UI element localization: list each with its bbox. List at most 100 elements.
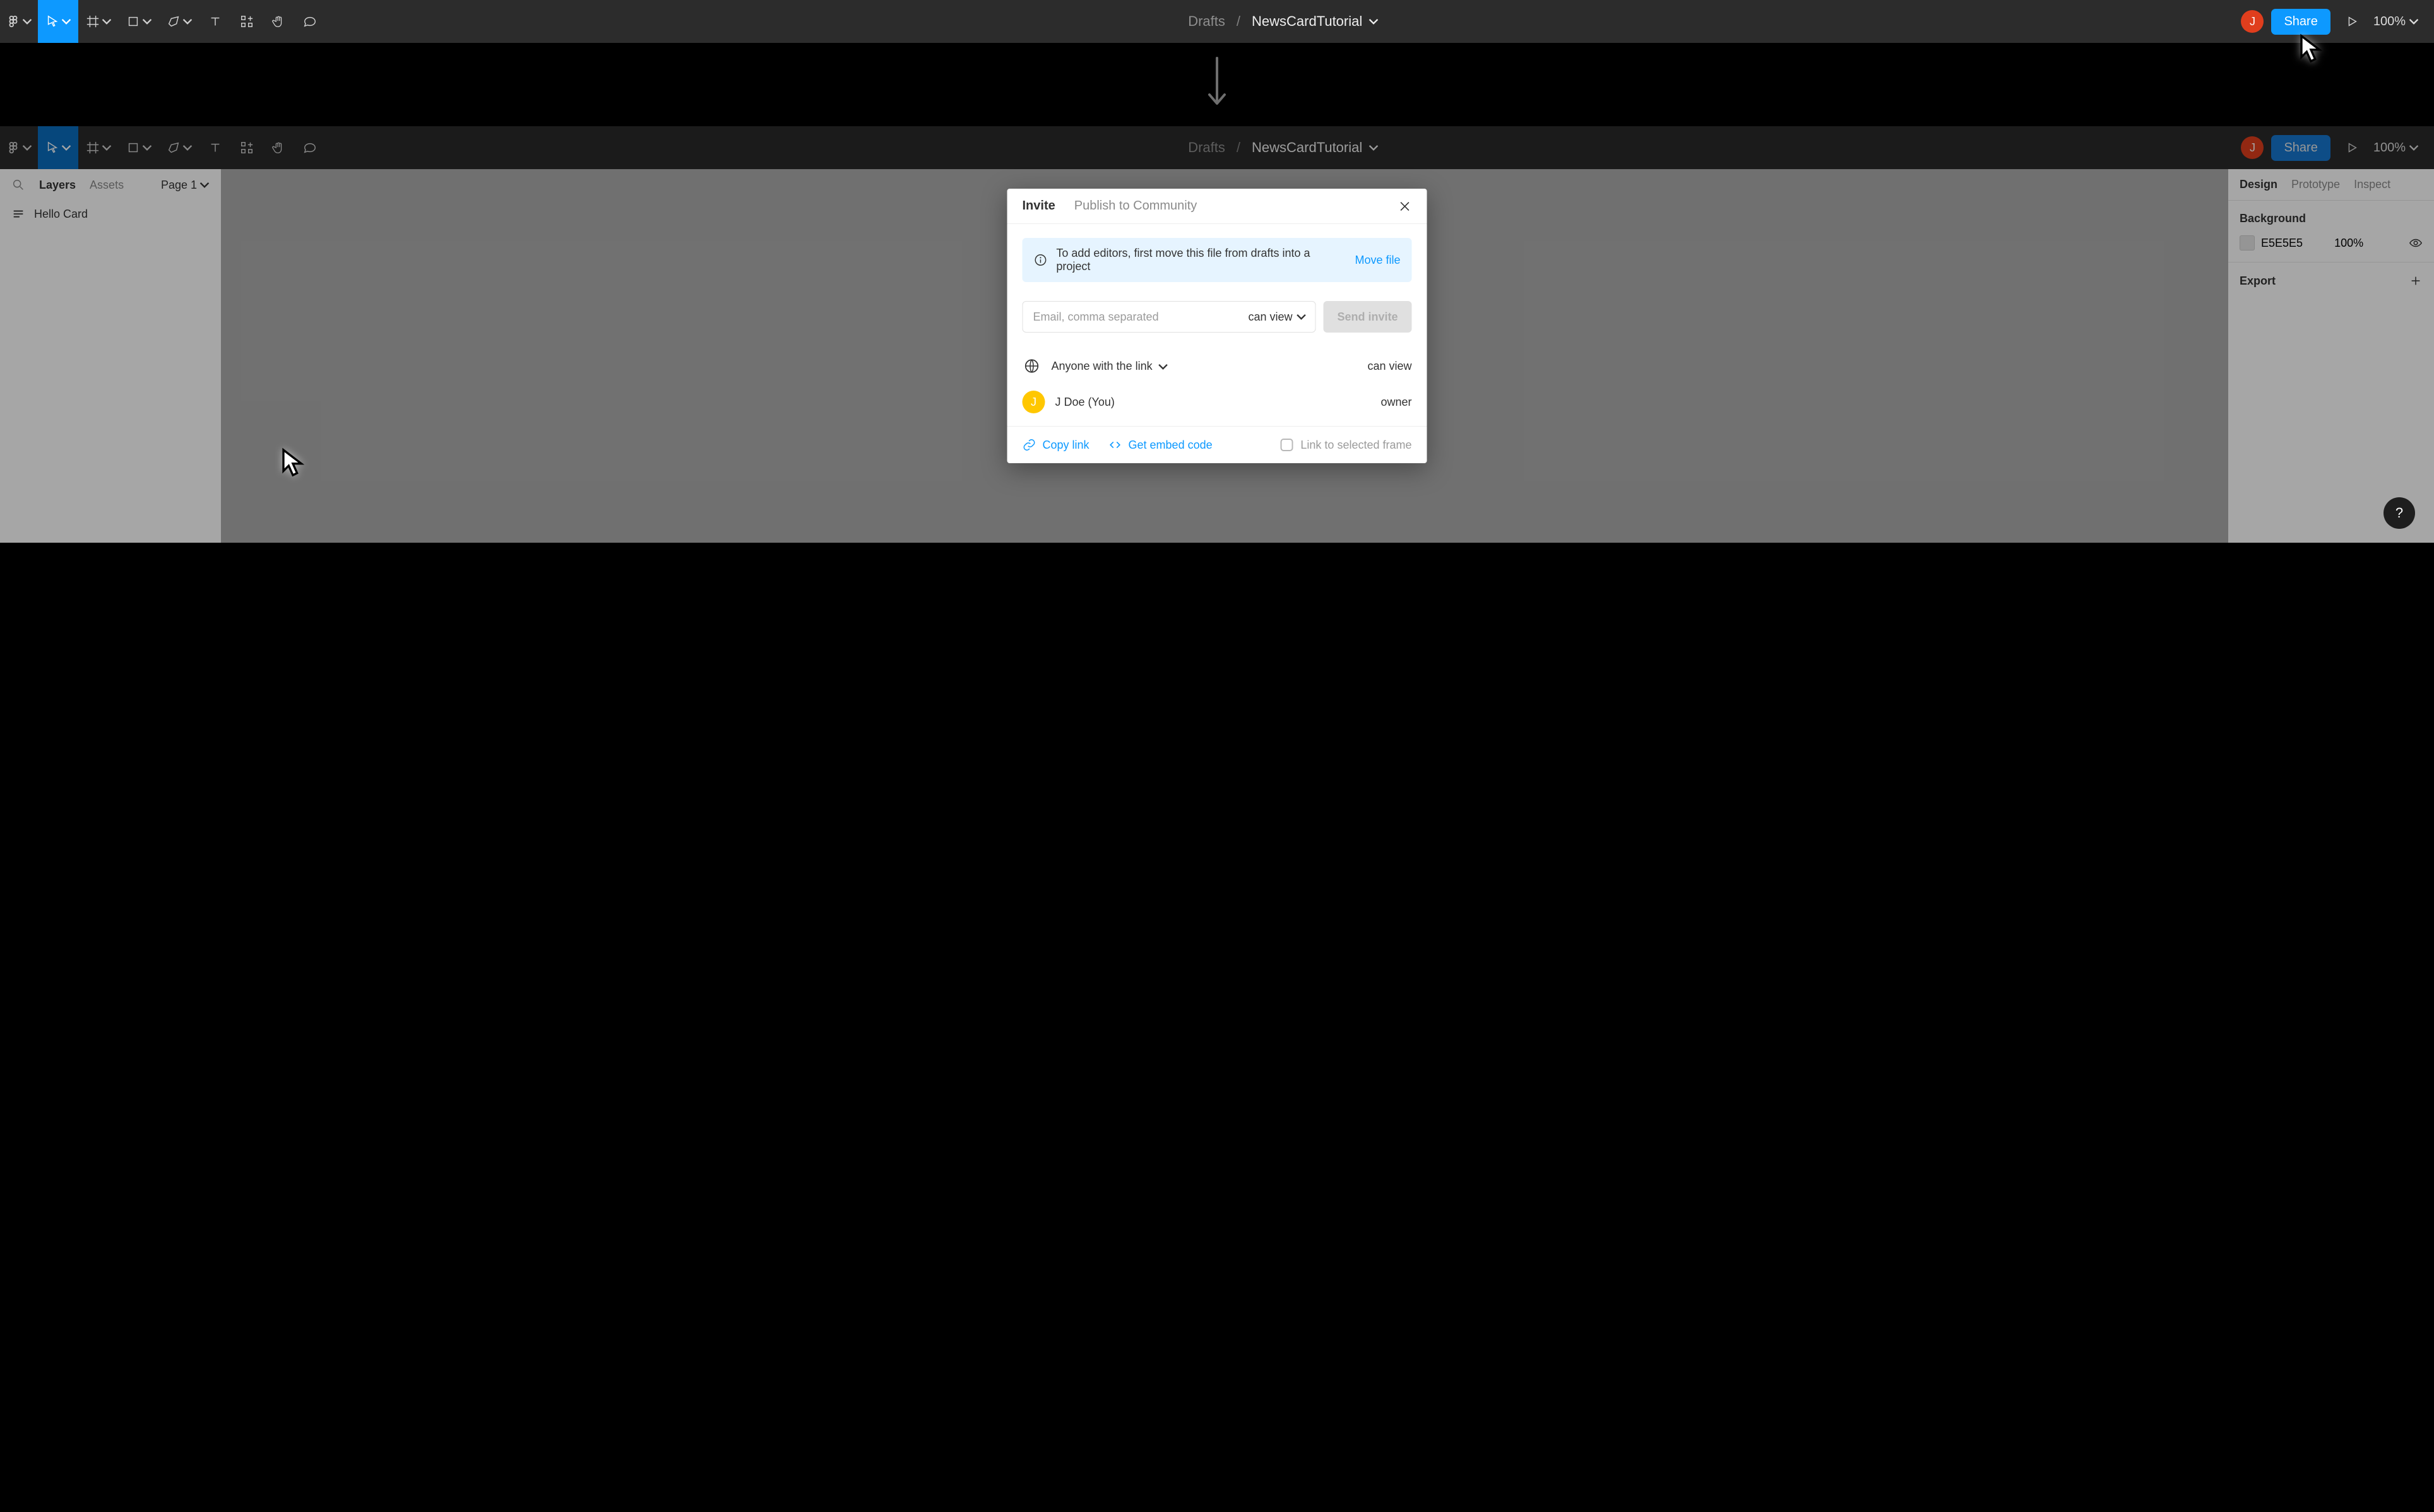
chevron-down-icon (1296, 312, 1306, 322)
plus-grid-icon (240, 15, 254, 28)
dialog-tab-publish[interactable]: Publish to Community (1074, 199, 1197, 213)
figma-menu-button[interactable] (0, 126, 38, 169)
chevron-down-icon (142, 143, 152, 153)
chevron-down-icon (61, 16, 71, 27)
text-icon (208, 15, 222, 28)
breadcrumb-drafts[interactable]: Drafts (1188, 13, 1225, 30)
invite-permission-selector[interactable]: can view (1248, 310, 1306, 324)
info-text: To add editors, first move this file fro… (1056, 247, 1346, 273)
chevron-down-icon (142, 16, 152, 27)
comment-tool-button[interactable] (294, 126, 326, 169)
frame-tool-button[interactable] (78, 0, 119, 43)
background-hex[interactable]: E5E5E5 (2261, 237, 2303, 250)
link-icon (1023, 438, 1036, 452)
share-button[interactable]: Share (2271, 135, 2330, 161)
chevron-down-icon (102, 143, 112, 153)
arrow-down-icon (1204, 53, 1230, 116)
visibility-toggle[interactable] (2409, 236, 2423, 250)
chevron-down-icon (2409, 143, 2419, 153)
avatar[interactable]: J (2241, 10, 2264, 33)
resources-tool-button[interactable] (231, 126, 263, 169)
send-invite-button: Send invite (1323, 301, 1411, 333)
layer-row[interactable]: Hello Card (0, 201, 221, 227)
hand-tool-button[interactable] (263, 0, 294, 43)
chevron-down-icon (1158, 362, 1168, 372)
tab-layers[interactable]: Layers (39, 179, 76, 192)
checkbox-icon (1280, 439, 1293, 451)
left-panel: Layers Assets Page 1 Hello Card (0, 169, 221, 543)
shape-tool-button[interactable] (119, 0, 159, 43)
figma-logo-icon (6, 15, 20, 28)
pointer-icon (45, 15, 59, 28)
figma-logo-icon (6, 141, 20, 155)
search-icon[interactable] (11, 178, 25, 192)
text-tool-button[interactable] (199, 126, 231, 169)
chevron-down-icon (1368, 143, 1379, 153)
figma-menu-button[interactable] (0, 0, 38, 43)
play-icon (2345, 141, 2359, 155)
code-icon (1108, 438, 1122, 452)
pointer-icon (45, 141, 59, 155)
export-add[interactable] (2409, 274, 2423, 288)
embed-code-button[interactable]: Get embed code (1108, 438, 1213, 452)
plus-grid-icon (240, 141, 254, 155)
comment-icon (303, 141, 317, 155)
background-opacity[interactable]: 100% (2334, 237, 2363, 250)
close-button[interactable] (1398, 199, 1412, 213)
globe-icon (1023, 357, 1042, 375)
pen-tool-button[interactable] (159, 0, 199, 43)
pen-tool-button[interactable] (159, 126, 199, 169)
frame-icon (86, 15, 100, 28)
share-row-anyone[interactable]: Anyone with the link can view (1023, 349, 1412, 383)
plus-icon (2409, 274, 2423, 288)
share-button[interactable]: Share (2271, 9, 2330, 35)
move-file-link[interactable]: Move file (1355, 254, 1400, 267)
play-icon (2345, 15, 2359, 28)
breadcrumb: Drafts / NewsCardTutorial (326, 139, 2241, 156)
copy-link-button[interactable]: Copy link (1023, 438, 1089, 452)
move-tool-button[interactable] (38, 0, 78, 43)
present-button[interactable] (2338, 126, 2366, 169)
page-selector[interactable]: Page 1 (161, 179, 210, 192)
breadcrumb-filename[interactable]: NewsCardTutorial (1252, 139, 1379, 156)
avatar[interactable]: J (2241, 136, 2264, 159)
chevron-down-icon (61, 143, 71, 153)
invite-email-field[interactable]: can view (1023, 301, 1316, 333)
tab-inspect[interactable]: Inspect (2354, 178, 2390, 191)
help-button[interactable]: ? (2384, 497, 2415, 529)
share-dialog: Invite Publish to Community To add edito… (1007, 189, 1427, 463)
comment-icon (303, 15, 317, 28)
layer-name: Hello Card (34, 208, 88, 221)
eye-icon (2409, 236, 2423, 250)
present-button[interactable] (2338, 0, 2366, 43)
zoom-selector[interactable]: 100% (2366, 141, 2426, 155)
tab-prototype[interactable]: Prototype (2291, 178, 2340, 191)
breadcrumb-drafts[interactable]: Drafts (1188, 139, 1225, 156)
background-title: Background (2240, 212, 2423, 225)
resources-tool-button[interactable] (231, 0, 263, 43)
text-tool-button[interactable] (199, 0, 231, 43)
comment-tool-button[interactable] (294, 0, 326, 43)
dialog-tab-invite[interactable]: Invite (1023, 199, 1055, 213)
invite-email-input[interactable] (1032, 310, 1249, 324)
frame-tool-button[interactable] (78, 126, 119, 169)
background-swatch[interactable] (2240, 235, 2255, 251)
hand-icon (271, 141, 285, 155)
chevron-down-icon (102, 16, 112, 27)
text-icon (208, 141, 222, 155)
hand-icon (271, 15, 285, 28)
move-tool-button[interactable] (38, 126, 78, 169)
anyone-label: Anyone with the link (1052, 360, 1168, 373)
link-to-frame-toggle[interactable]: Link to selected frame (1280, 439, 1411, 452)
chevron-down-icon (182, 16, 193, 27)
anyone-permission[interactable]: can view (1367, 360, 1411, 373)
shape-tool-button[interactable] (119, 126, 159, 169)
breadcrumb-filename[interactable]: NewsCardTutorial (1252, 13, 1379, 30)
hand-tool-button[interactable] (263, 126, 294, 169)
tab-assets[interactable]: Assets (90, 179, 124, 192)
zoom-selector[interactable]: 100% (2366, 15, 2426, 29)
breadcrumb-separator: / (1237, 13, 1240, 30)
member-avatar: J (1023, 391, 1045, 413)
member-name: J Doe (You) (1055, 396, 1115, 409)
tab-design[interactable]: Design (2240, 178, 2277, 191)
